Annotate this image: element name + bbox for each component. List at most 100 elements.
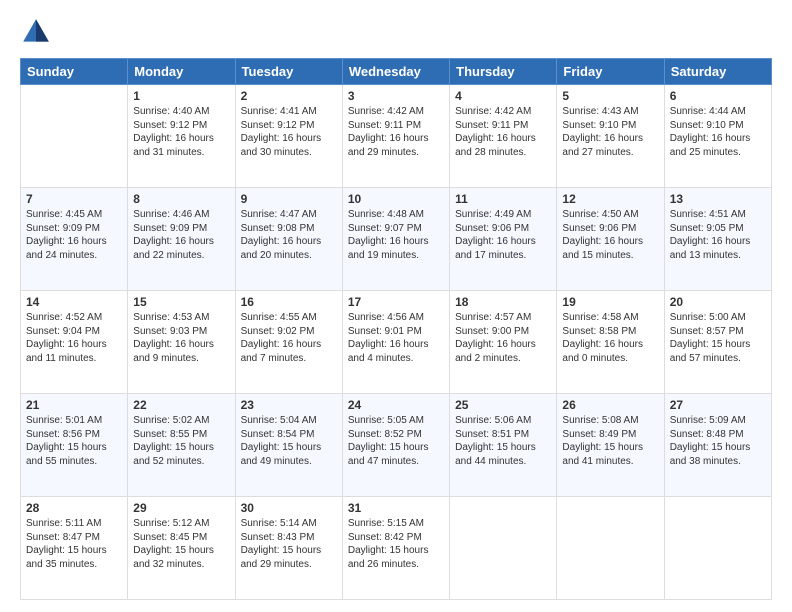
- table-row: 16 Sunrise: 4:55 AM Sunset: 9:02 PM Dayli…: [235, 291, 342, 394]
- cell-content: Sunrise: 4:44 AM Sunset: 9:10 PM Dayligh…: [670, 105, 766, 159]
- day-number: 24: [348, 398, 444, 412]
- cell-content: Sunrise: 4:51 AM Sunset: 9:05 PM Dayligh…: [670, 208, 766, 262]
- table-row: 15 Sunrise: 4:53 AM Sunset: 9:03 PM Dayli…: [128, 291, 235, 394]
- day-number: 18: [455, 295, 551, 309]
- cell-content: Sunrise: 5:00 AM Sunset: 8:57 PM Dayligh…: [670, 311, 766, 365]
- table-row: [21, 85, 128, 188]
- day-number: 23: [241, 398, 337, 412]
- col-thursday: Thursday: [450, 59, 557, 85]
- cell-content: Sunrise: 4:42 AM Sunset: 9:11 PM Dayligh…: [455, 105, 551, 159]
- table-row: 8 Sunrise: 4:46 AM Sunset: 9:09 PM Daylig…: [128, 188, 235, 291]
- col-sunday: Sunday: [21, 59, 128, 85]
- cell-content: Sunrise: 4:43 AM Sunset: 9:10 PM Dayligh…: [562, 105, 658, 159]
- cell-content: Sunrise: 4:56 AM Sunset: 9:01 PM Dayligh…: [348, 311, 444, 365]
- table-row: 27 Sunrise: 5:09 AM Sunset: 8:48 PM Dayli…: [664, 394, 771, 497]
- cell-content: Sunrise: 4:48 AM Sunset: 9:07 PM Dayligh…: [348, 208, 444, 262]
- table-row: [450, 497, 557, 600]
- day-number: 11: [455, 192, 551, 206]
- col-tuesday: Tuesday: [235, 59, 342, 85]
- day-number: 28: [26, 501, 122, 515]
- table-row: 9Sunrise: 4:47 AM Sunset: 9:08 PM Daylig…: [235, 188, 342, 291]
- table-row: 13 Sunrise: 4:51 AM Sunset: 9:05 PM Dayli…: [664, 188, 771, 291]
- table-row: 6 Sunrise: 4:44 AM Sunset: 9:10 PM Daylig…: [664, 85, 771, 188]
- cell-content: Sunrise: 5:04 AM Sunset: 8:54 PM Dayligh…: [241, 414, 337, 468]
- table-row: 18 Sunrise: 4:57 AM Sunset: 9:00 PM Dayli…: [450, 291, 557, 394]
- day-number: 15: [133, 295, 229, 309]
- calendar-week-row: 21Sunrise: 5:01 AM Sunset: 8:56 PM Dayli…: [21, 394, 772, 497]
- table-row: 26 Sunrise: 5:08 AM Sunset: 8:49 PM Dayli…: [557, 394, 664, 497]
- table-row: [664, 497, 771, 600]
- table-row: 4 Sunrise: 4:42 AM Sunset: 9:11 PM Daylig…: [450, 85, 557, 188]
- table-row: 10 Sunrise: 4:48 AM Sunset: 9:07 PM Dayli…: [342, 188, 449, 291]
- cell-content: Sunrise: 5:14 AM Sunset: 8:43 PM Dayligh…: [241, 517, 337, 571]
- day-number: 26: [562, 398, 658, 412]
- day-number: 2: [241, 89, 337, 103]
- day-number: 8: [133, 192, 229, 206]
- cell-content: Sunrise: 4:42 AM Sunset: 9:11 PM Dayligh…: [348, 105, 444, 159]
- table-row: 23 Sunrise: 5:04 AM Sunset: 8:54 PM Dayli…: [235, 394, 342, 497]
- day-number: 3: [348, 89, 444, 103]
- header: [20, 16, 772, 48]
- day-number: 9: [241, 192, 337, 206]
- cell-content: Sunrise: 5:08 AM Sunset: 8:49 PM Dayligh…: [562, 414, 658, 468]
- day-number: 13: [670, 192, 766, 206]
- calendar-week-row: 14 Sunrise: 4:52 AM Sunset: 9:04 PM Dayli…: [21, 291, 772, 394]
- table-row: 29 Sunrise: 5:12 AM Sunset: 8:45 PM Dayli…: [128, 497, 235, 600]
- day-number: 21: [26, 398, 122, 412]
- cell-content: Sunrise: 5:02 AM Sunset: 8:55 PM Dayligh…: [133, 414, 229, 468]
- table-row: 11 Sunrise: 4:49 AM Sunset: 9:06 PM Dayli…: [450, 188, 557, 291]
- day-number: 10: [348, 192, 444, 206]
- day-number: 27: [670, 398, 766, 412]
- table-row: 12 Sunrise: 4:50 AM Sunset: 9:06 PM Dayli…: [557, 188, 664, 291]
- cell-content: Sunrise: 4:58 AM Sunset: 8:58 PM Dayligh…: [562, 311, 658, 365]
- table-row: 31Sunrise: 5:15 AM Sunset: 8:42 PM Dayli…: [342, 497, 449, 600]
- day-number: 7: [26, 192, 122, 206]
- table-row: 28 Sunrise: 5:11 AM Sunset: 8:47 PM Dayli…: [21, 497, 128, 600]
- cell-content: Sunrise: 4:46 AM Sunset: 9:09 PM Dayligh…: [133, 208, 229, 262]
- calendar-table: Sunday Monday Tuesday Wednesday Thursday…: [20, 58, 772, 600]
- cell-content: Sunrise: 5:11 AM Sunset: 8:47 PM Dayligh…: [26, 517, 122, 571]
- cell-content: Sunrise: 4:55 AM Sunset: 9:02 PM Dayligh…: [241, 311, 337, 365]
- day-number: 17: [348, 295, 444, 309]
- table-row: 3 Sunrise: 4:42 AM Sunset: 9:11 PM Daylig…: [342, 85, 449, 188]
- table-row: 14 Sunrise: 4:52 AM Sunset: 9:04 PM Dayli…: [21, 291, 128, 394]
- day-number: 6: [670, 89, 766, 103]
- cell-content: Sunrise: 4:52 AM Sunset: 9:04 PM Dayligh…: [26, 311, 122, 365]
- calendar-week-row: 1Sunrise: 4:40 AM Sunset: 9:12 PM Daylig…: [21, 85, 772, 188]
- table-row: 17 Sunrise: 4:56 AM Sunset: 9:01 PM Dayli…: [342, 291, 449, 394]
- day-number: 12: [562, 192, 658, 206]
- calendar-header-row: Sunday Monday Tuesday Wednesday Thursday…: [21, 59, 772, 85]
- table-row: [557, 497, 664, 600]
- cell-content: Sunrise: 4:53 AM Sunset: 9:03 PM Dayligh…: [133, 311, 229, 365]
- table-row: 21Sunrise: 5:01 AM Sunset: 8:56 PM Dayli…: [21, 394, 128, 497]
- cell-content: Sunrise: 5:09 AM Sunset: 8:48 PM Dayligh…: [670, 414, 766, 468]
- day-number: 25: [455, 398, 551, 412]
- cell-content: Sunrise: 4:41 AM Sunset: 9:12 PM Dayligh…: [241, 105, 337, 159]
- cell-content: Sunrise: 5:05 AM Sunset: 8:52 PM Dayligh…: [348, 414, 444, 468]
- day-number: 14: [26, 295, 122, 309]
- table-row: 20Sunrise: 5:00 AM Sunset: 8:57 PM Dayli…: [664, 291, 771, 394]
- table-row: 24 Sunrise: 5:05 AM Sunset: 8:52 PM Dayli…: [342, 394, 449, 497]
- day-number: 22: [133, 398, 229, 412]
- logo: [20, 16, 56, 48]
- table-row: 30 Sunrise: 5:14 AM Sunset: 8:43 PM Dayli…: [235, 497, 342, 600]
- col-friday: Friday: [557, 59, 664, 85]
- cell-content: Sunrise: 4:40 AM Sunset: 9:12 PM Dayligh…: [133, 105, 229, 159]
- col-saturday: Saturday: [664, 59, 771, 85]
- cell-content: Sunrise: 4:50 AM Sunset: 9:06 PM Dayligh…: [562, 208, 658, 262]
- day-number: 5: [562, 89, 658, 103]
- day-number: 16: [241, 295, 337, 309]
- day-number: 4: [455, 89, 551, 103]
- col-monday: Monday: [128, 59, 235, 85]
- page: Sunday Monday Tuesday Wednesday Thursday…: [0, 0, 792, 612]
- col-wednesday: Wednesday: [342, 59, 449, 85]
- table-row: 2 Sunrise: 4:41 AM Sunset: 9:12 PM Daylig…: [235, 85, 342, 188]
- logo-icon: [20, 16, 52, 48]
- cell-content: Sunrise: 4:49 AM Sunset: 9:06 PM Dayligh…: [455, 208, 551, 262]
- cell-content: Sunrise: 5:12 AM Sunset: 8:45 PM Dayligh…: [133, 517, 229, 571]
- day-number: 29: [133, 501, 229, 515]
- cell-content: Sunrise: 5:15 AM Sunset: 8:42 PM Dayligh…: [348, 517, 444, 571]
- cell-content: Sunrise: 4:57 AM Sunset: 9:00 PM Dayligh…: [455, 311, 551, 365]
- day-number: 30: [241, 501, 337, 515]
- table-row: 5 Sunrise: 4:43 AM Sunset: 9:10 PM Daylig…: [557, 85, 664, 188]
